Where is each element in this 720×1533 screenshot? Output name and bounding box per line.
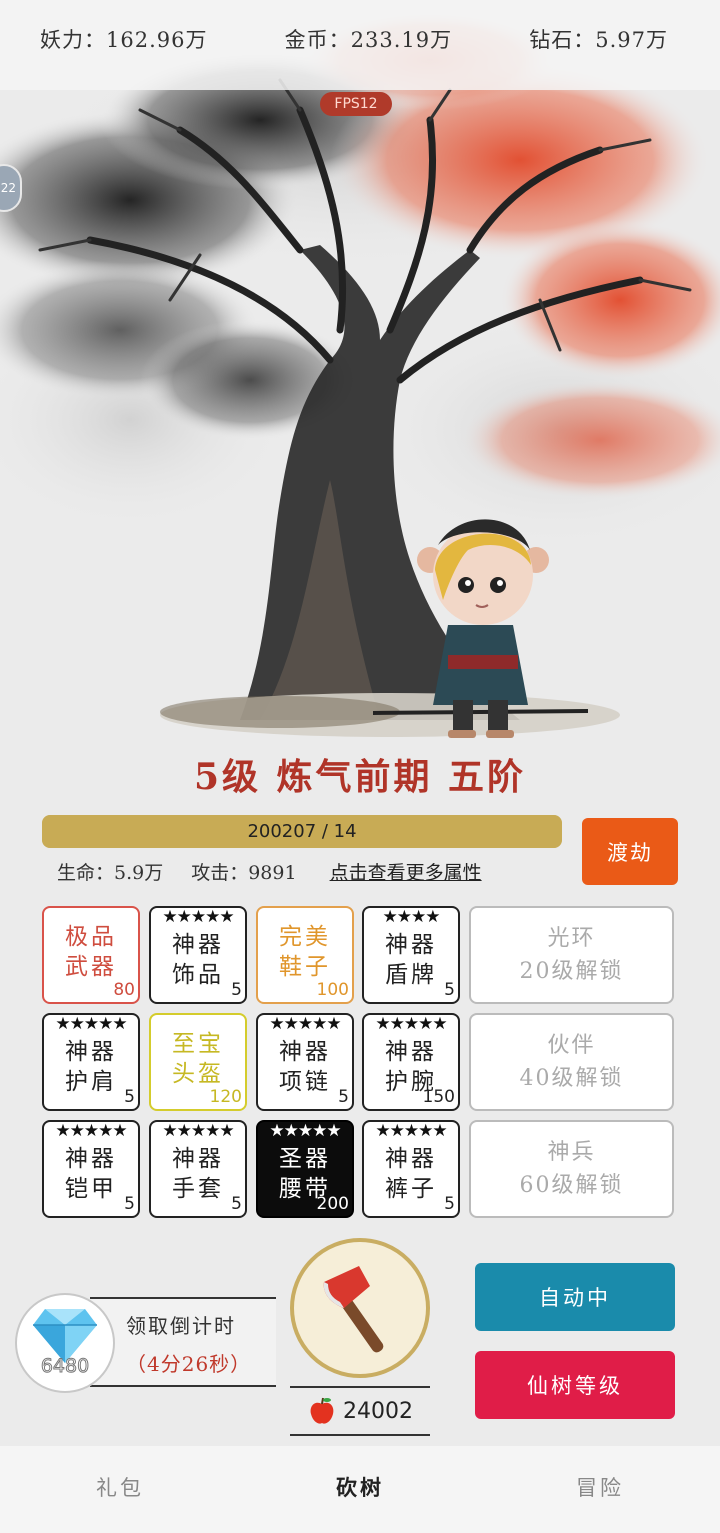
fps-counter: FPS12	[320, 92, 392, 116]
locked-slot-weapon[interactable]: 神兵 60级解锁	[469, 1120, 674, 1218]
equipment-stars: ★★★★★	[55, 1121, 127, 1141]
locked-slot-unlock: 20级解锁	[519, 959, 624, 984]
apple-icon	[310, 1397, 334, 1424]
diamond-reward-button[interactable]: 6480	[15, 1293, 115, 1393]
equipment-slot[interactable]: ★★★★★ 神器 裤子 5	[362, 1120, 460, 1218]
equipment-level: 5	[124, 1087, 135, 1107]
reward-timer-box[interactable]: 领取倒计时 （4分26秒）	[90, 1297, 276, 1387]
equipment-stars: ★★★★★	[162, 907, 234, 927]
gold-resource: 金币：233.19万	[284, 28, 453, 52]
equipment-name: 至宝 头盔	[172, 1031, 224, 1087]
equipment-level: 120	[209, 1087, 242, 1107]
stats-row: 生命：5.9万 攻击：9891 点击查看更多属性	[57, 858, 482, 885]
equipment-stars: ★★★★★	[269, 1014, 341, 1034]
equipment-slot[interactable]: 至宝 头盔 120	[149, 1013, 247, 1111]
resource-bar: 妖力：162.96万 金币：233.19万 钻石：5.97万	[0, 0, 720, 90]
auto-button[interactable]: 自动中	[475, 1263, 675, 1331]
equipment-level: 5	[231, 1194, 242, 1214]
equipment-slot[interactable]: ★★★★★ 神器 护腕 150	[362, 1013, 460, 1111]
equipment-slot[interactable]: ★★★★★ 神器 饰品 5	[149, 906, 247, 1004]
apple-count: 24002	[343, 1398, 413, 1424]
equipment-slot[interactable]: 极品 武器 80	[42, 906, 140, 1004]
dujie-button[interactable]: 渡劫	[582, 818, 678, 885]
apple-counter: 24002	[290, 1386, 430, 1436]
equipment-stars: ★★★★★	[375, 1014, 447, 1034]
equipment-level: 5	[338, 1087, 349, 1107]
hp-stat: 生命：5.9万	[57, 862, 164, 884]
equipment-slot[interactable]: ★★★★★ 神器 护肩 5	[42, 1013, 140, 1111]
equipment-slot[interactable]: ★★★★★ 神器 铠甲 5	[42, 1120, 140, 1218]
diamond-resource: 钻石：5.97万	[529, 28, 668, 52]
nav-tab-chop[interactable]: 砍树	[240, 1472, 480, 1508]
equipment-slot[interactable]: ★★★★★ 神器 手套 5	[149, 1120, 247, 1218]
equipment-level: 150	[422, 1087, 455, 1107]
bottom-nav: 礼包 砍树 冒险	[0, 1446, 720, 1533]
equipment-level: 100	[316, 980, 349, 1000]
equipment-name: 极品 武器	[65, 924, 117, 980]
nav-tab-gift[interactable]: 礼包	[0, 1472, 240, 1508]
chop-axe-button[interactable]	[290, 1238, 430, 1378]
tree-level-button[interactable]: 仙树等级	[475, 1351, 675, 1419]
equipment-stars: ★★★★	[382, 907, 441, 927]
equipment-stars: ★★★★★	[269, 1121, 341, 1141]
equipment-slot[interactable]: 完美 鞋子 100	[256, 906, 354, 1004]
equipment-stars: ★★★★★	[375, 1121, 447, 1141]
locked-slot-name: 神兵	[547, 1140, 596, 1165]
more-attributes-link[interactable]: 点击查看更多属性	[330, 858, 482, 885]
reward-timer-label: 领取倒计时	[126, 1314, 236, 1338]
diamond-count: 6480	[40, 1355, 90, 1378]
locked-slot-unlock: 60级解锁	[519, 1173, 624, 1198]
reward-timer-value: （4分26秒）	[126, 1352, 252, 1376]
equipment-slot[interactable]: ★★★★★ 神器 项链 5	[256, 1013, 354, 1111]
equipment-name: 完美 鞋子	[279, 924, 331, 980]
axe-icon	[323, 1266, 384, 1353]
equipment-level: 5	[444, 1194, 455, 1214]
equipment-level: 200	[316, 1194, 349, 1214]
equipment-slot[interactable]: ★★★★★ 圣器 腰带 200	[256, 1120, 354, 1218]
nav-tab-adventure[interactable]: 冒险	[480, 1472, 720, 1508]
exp-progress-text: 200207 / 14	[247, 821, 357, 842]
locked-slot-name: 伙伴	[547, 1033, 596, 1058]
locked-slot-partner[interactable]: 伙伴 40级解锁	[469, 1013, 674, 1111]
locked-slot-aura[interactable]: 光环 20级解锁	[469, 906, 674, 1004]
locked-slot-name: 光环	[547, 926, 596, 951]
realm-title: 5级 炼气前期 五阶	[193, 756, 527, 798]
equipment-level: 5	[124, 1194, 135, 1214]
locked-slot-unlock: 40级解锁	[519, 1066, 624, 1091]
equipment-slot[interactable]: ★★★★ 神器 盾牌 5	[362, 906, 460, 1004]
equipment-stars: ★★★★★	[55, 1014, 127, 1034]
equipment-level: 80	[113, 980, 135, 1000]
equipment-level: 5	[444, 980, 455, 1000]
exp-progress-bar: 200207 / 14	[42, 815, 562, 848]
yaoli-resource: 妖力：162.96万	[40, 28, 208, 52]
equipment-stars: ★★★★★	[162, 1121, 234, 1141]
attack-stat: 攻击：9891	[191, 862, 297, 884]
equipment-level: 5	[231, 980, 242, 1000]
